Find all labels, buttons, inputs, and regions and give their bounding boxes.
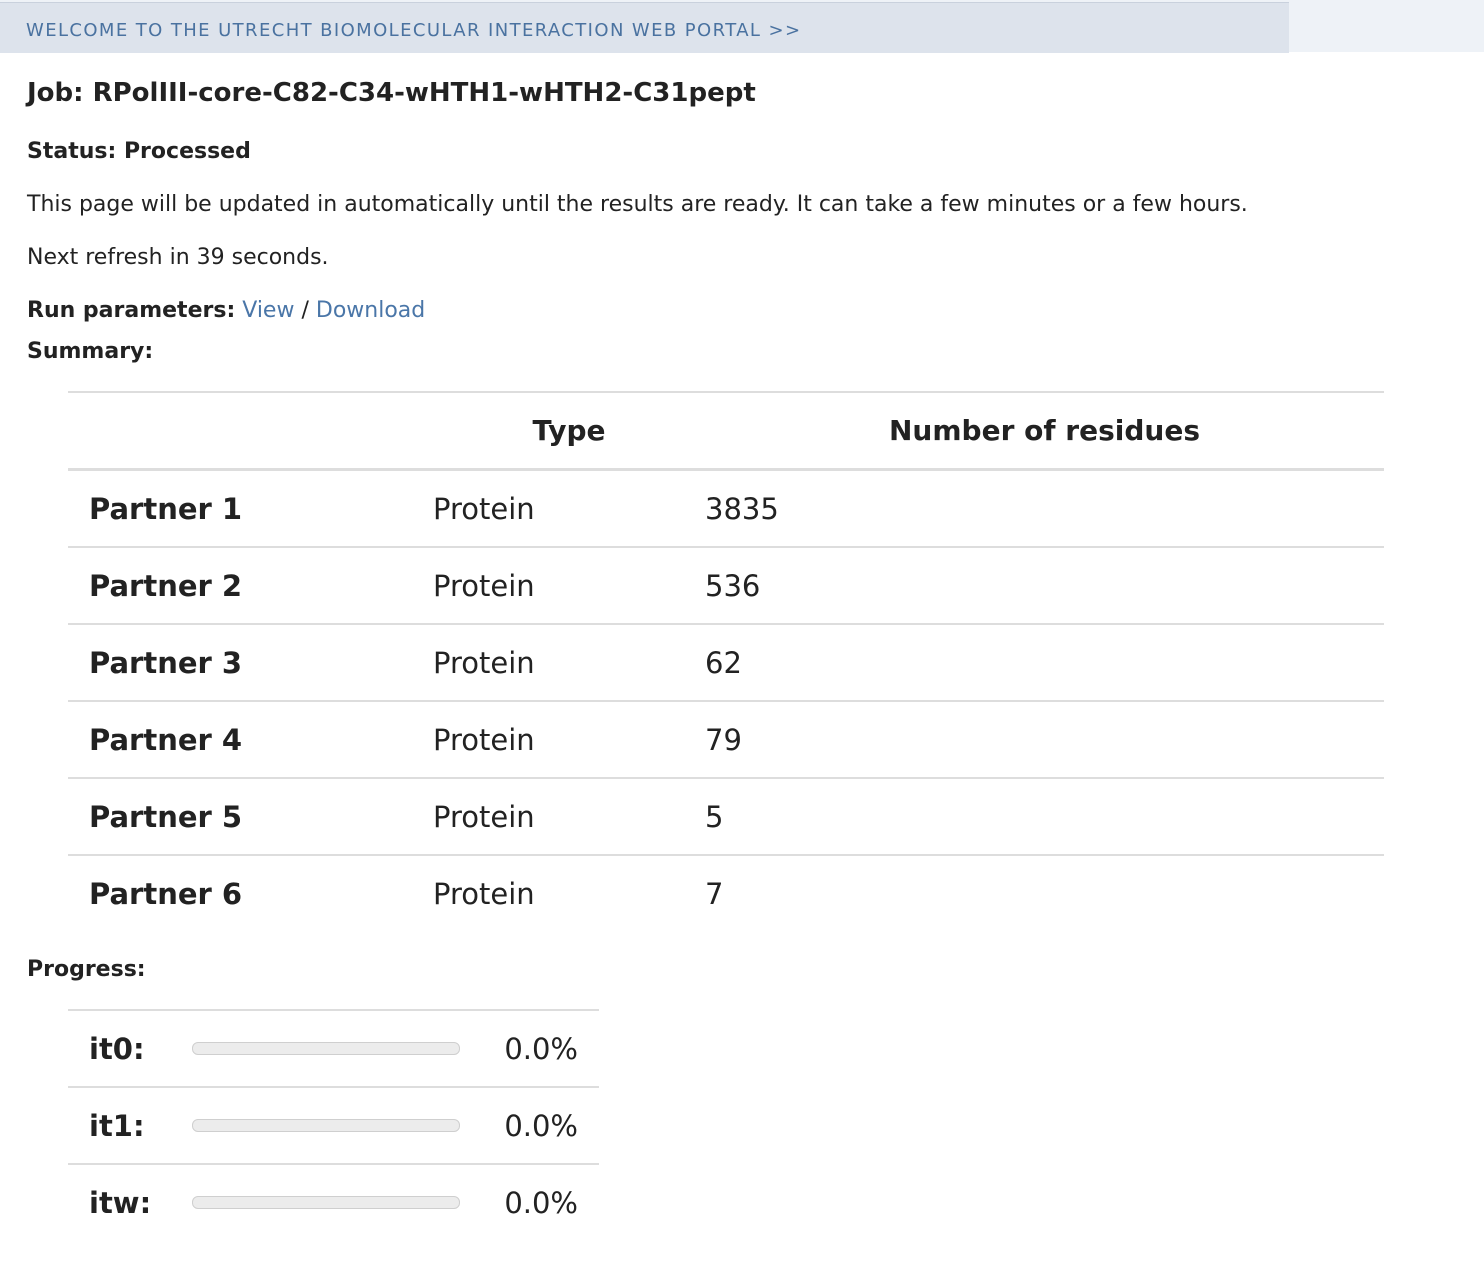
table-row: Partner 4 Protein 79 — [68, 700, 1384, 778]
partner-residues: 79 — [705, 700, 1384, 778]
summary-label: Summary: — [27, 339, 154, 364]
top-banner: WELCOME TO THE UTRECHT BIOMOLECULAR INTE… — [0, 0, 1484, 53]
partner-residues: 5 — [705, 777, 1384, 855]
summary-table: Type Number of residues Partner 1 Protei… — [68, 391, 1384, 931]
table-row: Partner 3 Protein 62 — [68, 623, 1384, 701]
job-title: Job: RPolIII-core-C82-C34-wHTH1-wHTH2-C3… — [27, 78, 756, 108]
partner-type: Protein — [433, 491, 535, 526]
header-type: Type — [433, 391, 705, 471]
iteration-name: it1: — [68, 1086, 192, 1164]
partner-name: Partner 6 — [68, 854, 433, 931]
partner-residues: 536 — [705, 546, 1384, 624]
partner-name: Partner 2 — [68, 546, 433, 624]
view-parameters-link[interactable]: View — [242, 298, 294, 323]
progress-percent: 0.0% — [460, 1009, 599, 1087]
partner-name: Partner 4 — [68, 700, 433, 778]
header-partner — [68, 391, 433, 471]
iteration-name: itw: — [68, 1163, 192, 1240]
progress-row: it1: 0.0% — [68, 1086, 599, 1164]
partner-type: Protein — [433, 623, 705, 701]
progress-row: it0: 0.0% — [68, 1009, 599, 1087]
partner-residues: 7 — [705, 854, 1384, 931]
partner-name: Partner 3 — [68, 623, 433, 701]
partner-residues: 3835 — [705, 491, 779, 526]
link-separator: / — [301, 298, 309, 323]
progress-bar-cell — [192, 1163, 460, 1240]
progress-bar — [192, 1119, 460, 1132]
partner-name: Partner 1 — [89, 491, 243, 526]
progress-row: itw: 0.0% — [68, 1163, 599, 1240]
progress-bar-cell — [192, 1086, 460, 1164]
progress-bar — [192, 1042, 460, 1055]
partner-type: Protein — [433, 700, 705, 778]
welcome-portal-link[interactable]: WELCOME TO THE UTRECHT BIOMOLECULAR INTE… — [26, 20, 801, 41]
progress-bar-cell — [192, 1009, 460, 1087]
progress-bar — [192, 1196, 460, 1209]
summary-header-row: Type Number of residues — [68, 391, 1384, 471]
partner-name: Partner 5 — [68, 777, 433, 855]
progress-percent: 0.0% — [460, 1163, 599, 1240]
table-row: Partner 6 Protein 7 — [68, 854, 1384, 931]
banner-band: WELCOME TO THE UTRECHT BIOMOLECULAR INTE… — [0, 2, 1289, 53]
progress-label: Progress: — [27, 957, 146, 982]
run-parameters: Run parameters: View / Download — [27, 298, 425, 323]
table-row: Partner 2 Protein 536 — [68, 546, 1384, 624]
partner-type: Protein — [433, 854, 705, 931]
partner-type: Protein — [433, 546, 705, 624]
table-row: Partner 5 Protein 5 — [68, 777, 1384, 855]
job-status: Status: Processed — [27, 139, 251, 164]
iteration-name: it0: — [68, 1009, 192, 1087]
partner-type: Protein — [433, 777, 705, 855]
progress-table: it0: 0.0% it1: 0.0% itw: 0.0% — [68, 1009, 599, 1240]
run-parameters-label: Run parameters: — [27, 298, 236, 323]
update-info-text: This page will be updated in automatical… — [27, 192, 1248, 217]
download-parameters-link[interactable]: Download — [316, 298, 425, 323]
progress-percent: 0.0% — [460, 1086, 599, 1164]
partner-residues: 62 — [705, 623, 1384, 701]
table-row: Partner 1 Protein 3835 — [68, 470, 1384, 548]
header-residues: Number of residues — [705, 391, 1384, 471]
refresh-countdown: Next refresh in 39 seconds. — [27, 245, 329, 270]
